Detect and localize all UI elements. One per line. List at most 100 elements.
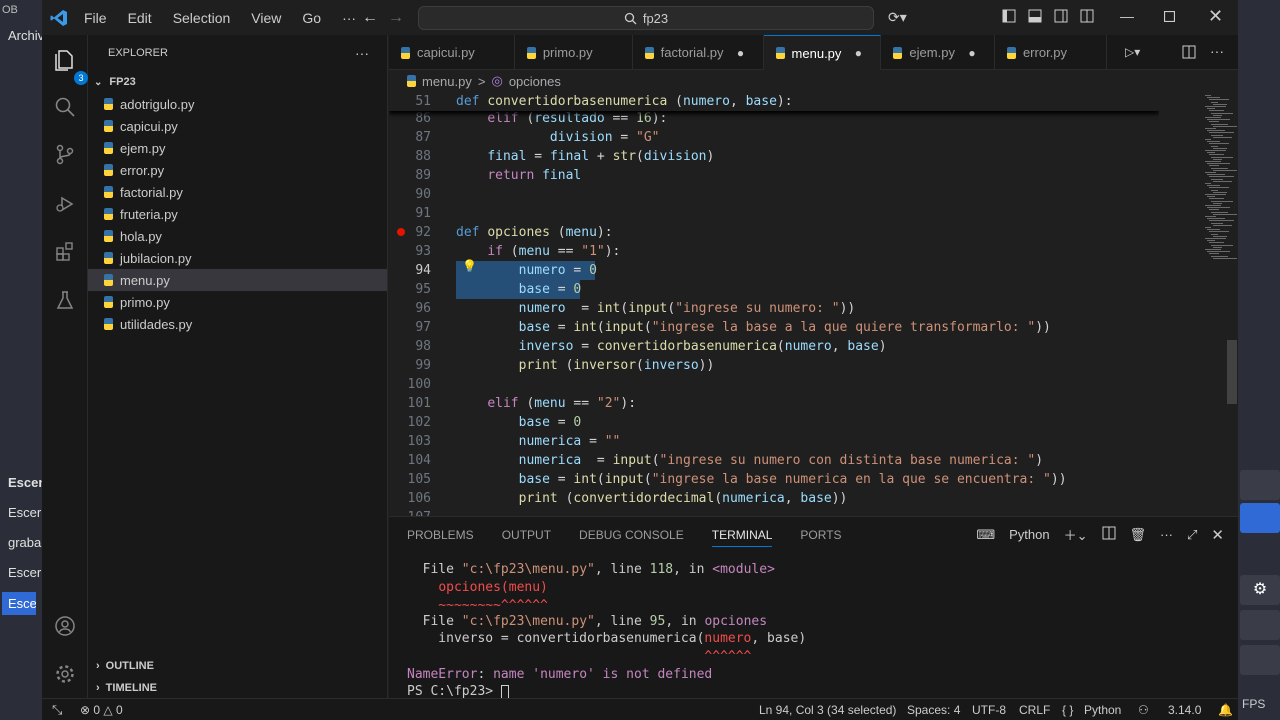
panel-tab-terminal[interactable]: TERMINAL [711,523,773,547]
code-line[interactable]: 91 [389,204,1159,223]
panel-tab-problems[interactable]: PROBLEMS [407,528,474,542]
split-terminal-icon[interactable] [1102,526,1116,543]
code-line[interactable]: 107 [389,508,1159,516]
background-app-selected-block[interactable] [1240,503,1280,533]
code-line[interactable]: 98 inverso = convertidorbasenumerica(num… [389,337,1159,356]
new-terminal-plus-icon[interactable]: ＋⌄ [1064,525,1088,544]
code-line[interactable]: 103 numerica = "" [389,432,1159,451]
gear-icon[interactable]: ⚙ [1240,575,1280,605]
tab-primo-py[interactable]: primo.py [515,35,633,70]
code-line[interactable]: 96 numero = int(input("ingrese su numero… [389,299,1159,318]
code-line[interactable]: 106 print (convertidordecimal(numerica, … [389,489,1159,508]
menu-selection[interactable]: Selection [173,10,231,26]
toggle-secondary-sidebar-icon[interactable] [1054,9,1068,23]
python-version[interactable]: 3.14.0 [1168,703,1201,717]
editor-scrollbar[interactable] [1227,340,1237,404]
timeline-section[interactable]: › TIMELINE [88,677,157,699]
file-item[interactable]: ejem.py [88,137,387,159]
panel-tab-output[interactable]: OUTPUT [502,528,551,542]
manage-gear-icon[interactable] [50,659,80,689]
menu-view[interactable]: View [251,10,281,26]
testing-icon[interactable] [50,285,80,315]
code-line[interactable]: 86 elif (resultado == 16): [389,109,1159,128]
background-app-scene[interactable]: graba [8,535,42,550]
more-actions-icon[interactable]: ··· [355,45,369,61]
code-line[interactable]: 93 if (menu == "1"): [389,242,1159,261]
menu-more[interactable]: ··· [342,10,356,26]
maximize-panel-icon[interactable]: ⤢ [1187,527,1197,543]
background-app-scene-selected[interactable]: Escer [2,592,36,615]
run-debug-icon[interactable] [50,189,80,219]
lightbulb-icon[interactable]: 💡 [462,259,477,273]
outline-section[interactable]: › OUTLINE [88,655,154,677]
folder-fp23[interactable]: ⌄ FP23 [88,71,387,93]
language-mode[interactable]: Python [1084,703,1121,717]
tab-capicui-py[interactable]: capicui.py [389,35,515,70]
panel-more-icon[interactable]: ··· [1160,527,1173,542]
copilot-icon[interactable]: ⟳▾ [888,9,907,26]
breadcrumb-symbol[interactable]: opciones [509,74,561,89]
file-item[interactable]: primo.py [88,291,387,313]
code-line[interactable]: 97 base = int(input("ingrese la base a l… [389,318,1159,337]
tab-ejem-py[interactable]: ejem.py ● [881,35,995,70]
code-line[interactable]: 92 def opciones (menu): [389,223,1159,242]
file-item[interactable]: fruteria.py [88,203,387,225]
code-line[interactable]: 89 return final [389,166,1159,185]
code-line[interactable]: 87 division = "G" [389,128,1159,147]
tab-factorial-py[interactable]: factorial.py ● [633,35,764,70]
extensions-icon[interactable] [50,236,80,266]
account-icon[interactable] [50,611,80,641]
close-window-icon[interactable]: ✕ [1208,6,1223,27]
menu-go[interactable]: Go [302,10,321,26]
code-line[interactable]: 100 [389,375,1159,394]
minimize-icon[interactable]: — [1120,8,1134,24]
minimap[interactable] [1159,92,1238,516]
tab-menu-py[interactable]: menu.py ● [763,35,882,70]
code-line[interactable]: 101 elif (menu == "2"): [389,394,1159,413]
background-app-scene[interactable]: Escer [8,505,42,520]
code-line[interactable]: 102 base = 0 [389,413,1159,432]
editor-more-icon[interactable]: ··· [1210,43,1224,59]
file-item[interactable]: factorial.py [88,181,387,203]
code-line[interactable]: 94 numero = 0 [389,261,1159,280]
maximize-icon[interactable] [1164,11,1175,22]
panel-tab-ports[interactable]: PORTS [800,528,841,542]
indentation[interactable]: Spaces: 4 [907,703,960,717]
file-item[interactable]: menu.py [88,269,387,291]
code-line[interactable]: 105 base = int(input("ingrese la base nu… [389,470,1159,489]
forward-arrow-icon[interactable]: → [388,9,404,27]
source-control-icon[interactable] [50,139,80,169]
unsaved-dot-icon[interactable]: ● [731,46,751,60]
file-item[interactable]: error.py [88,159,387,181]
cursor-position[interactable]: Ln 94, Col 3 (34 selected) [759,703,896,717]
code-line[interactable]: 104 numerica = input("ingrese su numero … [389,451,1159,470]
unsaved-dot-icon[interactable]: ● [962,46,982,60]
tab-error-py[interactable]: error.py [995,35,1108,70]
file-item[interactable]: capicui.py [88,115,387,137]
customize-layout-icon[interactable] [1080,9,1094,23]
code-line[interactable]: 90 [389,185,1159,204]
panel-tab-debug-console[interactable]: DEBUG CONSOLE [579,528,684,542]
run-python-file-icon[interactable]: ▷▾ [1125,45,1140,59]
close-panel-icon[interactable]: ✕ [1211,526,1224,544]
back-arrow-icon[interactable]: ← [362,9,378,27]
toggle-primary-sidebar-icon[interactable] [1002,9,1016,23]
notifications-bell-icon[interactable]: 🔔 [1218,703,1233,717]
kill-terminal-trash-icon[interactable]: 🗑 [1130,527,1147,543]
breadcrumb-file[interactable]: menu.py [422,74,472,89]
command-center-search[interactable]: fp23 [418,6,874,30]
code-line[interactable]: 99 print (inversor(inverso)) [389,356,1159,375]
encoding[interactable]: UTF-8 [972,703,1006,717]
toggle-panel-icon[interactable] [1028,9,1042,23]
end-of-line[interactable]: CRLF [1019,703,1050,717]
file-item[interactable]: hola.py [88,225,387,247]
split-editor-icon[interactable] [1182,45,1196,59]
file-item[interactable]: adotrigulo.py [88,93,387,115]
problems-indicator[interactable]: ⊗ 0 △ 0 [80,703,123,717]
breakpoint-icon[interactable] [397,228,405,236]
code-editor[interactable]: 51 def convertidorbasenumerica (numero, b… [389,92,1159,516]
copilot-status-icon[interactable]: ⚇ [1138,703,1149,717]
menu-edit[interactable]: Edit [128,10,152,26]
search-icon[interactable] [50,92,80,122]
unsaved-dot-icon[interactable]: ● [848,46,868,60]
